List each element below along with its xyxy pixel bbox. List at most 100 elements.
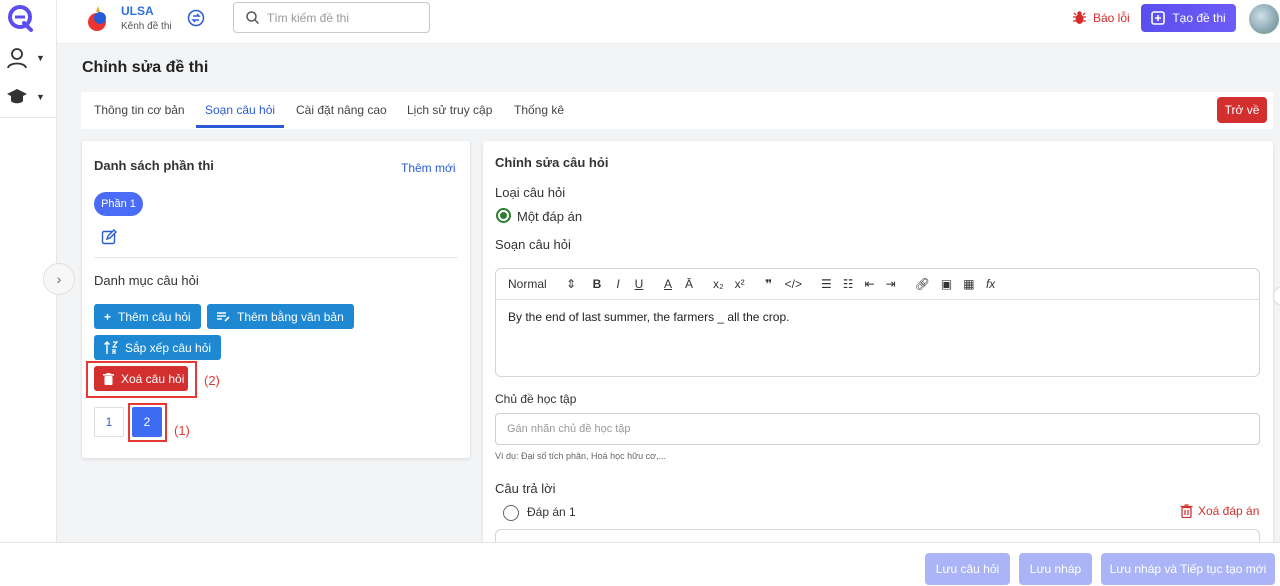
app-logo-icon[interactable] (6, 3, 36, 33)
topic-hint: Ví dụ: Đại số tích phân, Hoá học hữu cơ,… (495, 451, 667, 461)
trash-icon (1180, 504, 1193, 518)
image-icon[interactable]: ▣ (941, 277, 952, 291)
format-select[interactable]: Normal ⇕ (508, 277, 576, 291)
answer-1-label: Đáp án 1 (527, 505, 576, 519)
select-arrows-icon: ⇕ (565, 277, 576, 291)
link-icon[interactable]: 🔗︎ (915, 277, 930, 291)
save-question-button[interactable]: Lưu câu hỏi (925, 553, 1010, 585)
sections-title: Danh sách phần thi (94, 158, 214, 173)
add-by-text-label: Thêm bằng văn bản (237, 309, 344, 324)
add-box-icon (1151, 11, 1166, 25)
plus-icon: + (104, 309, 112, 324)
answer-1-radio[interactable] (503, 505, 519, 521)
answers-label: Câu trả lời (495, 481, 556, 496)
part-1-pill[interactable]: Phần 1 (94, 192, 143, 216)
page-button-1[interactable]: 1 (94, 407, 124, 437)
single-answer-radio[interactable] (496, 208, 511, 223)
tab-compose-questions[interactable]: Soạn câu hỏi (205, 103, 275, 117)
panel-divider (94, 257, 458, 258)
delete-question-button[interactable]: Xoá câu hỏi (94, 366, 188, 391)
active-tab-indicator (196, 125, 284, 128)
tab-advanced-settings[interactable]: Cài đặt nâng cao (296, 103, 387, 117)
user-icon (7, 48, 27, 69)
sections-panel: Danh sách phần thi Thêm mới Phần 1 Danh … (82, 141, 470, 458)
chevron-down-icon: ▼ (36, 92, 45, 102)
footer-bar: Lưu câu hỏi Lưu nháp Lưu nháp và Tiếp tụ… (0, 542, 1280, 586)
font-color-icon[interactable]: A (663, 277, 673, 291)
trash-icon (103, 372, 114, 385)
save-and-continue-button[interactable]: Lưu nháp và Tiếp tục tạo mới (1101, 553, 1275, 585)
sort-questions-button[interactable]: Sắp xếp câu hỏi (94, 335, 222, 360)
switch-channel-icon[interactable] (187, 9, 205, 27)
create-exam-button[interactable]: Tạo đề thi (1141, 4, 1236, 32)
report-bug-button[interactable]: Báo lỗi (1072, 10, 1130, 25)
single-answer-label: Một đáp án (517, 209, 583, 224)
right-side-handle[interactable] (1273, 286, 1280, 306)
add-section-link[interactable]: Thêm mới (401, 161, 456, 175)
top-bar: ULSA Kênh đề thi Báo lỗi Tạo đề thi (57, 0, 1280, 44)
nav-courses[interactable]: ▼ (6, 85, 50, 109)
expand-sidebar-button[interactable]: › (43, 263, 75, 295)
outdent-icon[interactable]: ⇤ (865, 277, 875, 291)
indent-icon[interactable]: ⇥ (886, 277, 896, 291)
add-question-button[interactable]: + Thêm câu hỏi (94, 304, 201, 329)
rail-divider (0, 117, 57, 118)
brand-logo-icon (88, 6, 106, 31)
add-question-label: Thêm câu hỏi (118, 309, 191, 324)
question-editor-panel: Chỉnh sửa câu hỏi Loại câu hỏi Một đáp á… (483, 141, 1273, 586)
search-input[interactable] (267, 10, 417, 25)
topic-input[interactable] (507, 423, 1207, 435)
question-editor-title: Chỉnh sửa câu hỏi (495, 155, 609, 170)
annotation-label-1: (1) (174, 423, 190, 438)
question-category-title: Danh mục câu hỏi (94, 273, 199, 288)
delete-question-label: Xoá câu hỏi (121, 371, 185, 386)
page-button-2[interactable]: 2 (132, 407, 162, 437)
format-select-value: Normal (508, 277, 547, 291)
subscript-icon[interactable]: x₂ (713, 277, 724, 291)
question-text[interactable]: By the end of last summer, the farmers _… (496, 300, 1259, 334)
chevron-down-icon: ▼ (36, 53, 45, 63)
page-title: Chỉnh sửa đề thi (82, 59, 209, 76)
back-button[interactable]: Trở về (1217, 97, 1267, 123)
tab-statistics[interactable]: Thống kê (514, 103, 564, 117)
delete-answer-button[interactable]: Xoá đáp án (1180, 504, 1259, 518)
quote-icon[interactable]: ❞ (764, 277, 774, 291)
highlight-icon[interactable]: Ā (684, 277, 694, 291)
save-draft-button[interactable]: Lưu nháp (1019, 553, 1092, 585)
annotation-label-2: (2) (204, 373, 220, 388)
question-rich-editor[interactable]: Normal ⇕ B I U A Ā x₂ x² ❞ </> ☰ ☷ ⇤ ⇥ 🔗… (495, 268, 1260, 377)
delete-answer-label: Xoá đáp án (1198, 504, 1260, 518)
editor-toolbar: Normal ⇕ B I U A Ā x₂ x² ❞ </> ☰ ☷ ⇤ ⇥ 🔗… (496, 269, 1259, 300)
ordered-list-icon[interactable]: ☰ (821, 277, 832, 291)
report-label: Báo lỗi (1093, 10, 1130, 25)
topic-field[interactable] (495, 413, 1260, 445)
topic-label: Chủ đề học tập (495, 392, 577, 406)
brand-name: ULSA (121, 4, 154, 18)
tab-access-history[interactable]: Lịch sử truy cập (407, 103, 492, 117)
sort-questions-label: Sắp xếp câu hỏi (125, 340, 212, 355)
avatar[interactable] (1249, 4, 1279, 34)
chevron-right-icon: › (56, 271, 62, 287)
underline-icon[interactable]: U (634, 277, 644, 291)
nav-user[interactable]: ▼ (6, 46, 50, 70)
italic-icon[interactable]: I (613, 277, 623, 291)
formula-icon[interactable]: fx (986, 277, 996, 291)
superscript-icon[interactable]: x² (735, 277, 745, 291)
text-lines-icon (217, 312, 230, 322)
bullet-list-icon[interactable]: ☷ (843, 277, 854, 291)
search-box[interactable] (233, 2, 430, 33)
create-exam-label: Tạo đề thi (1172, 11, 1226, 25)
video-icon[interactable]: ▦ (963, 277, 974, 291)
bold-icon[interactable]: B (592, 277, 602, 291)
add-by-text-button[interactable]: Thêm bằng văn bản (207, 304, 354, 329)
tabs-bar: Thông tin cơ bản Soạn câu hỏi Cài đặt nâ… (81, 92, 1273, 129)
bug-icon (1073, 11, 1086, 24)
graduation-cap-icon (7, 89, 27, 104)
brand-subtitle: Kênh đề thi (121, 21, 172, 32)
edit-icon[interactable] (101, 229, 117, 245)
search-icon (246, 11, 259, 24)
code-icon[interactable]: </> (785, 277, 802, 291)
left-rail: ▼ ▼ (0, 0, 57, 586)
tab-basic-info[interactable]: Thông tin cơ bản (94, 103, 185, 117)
compose-question-label: Soạn câu hỏi (495, 237, 571, 252)
